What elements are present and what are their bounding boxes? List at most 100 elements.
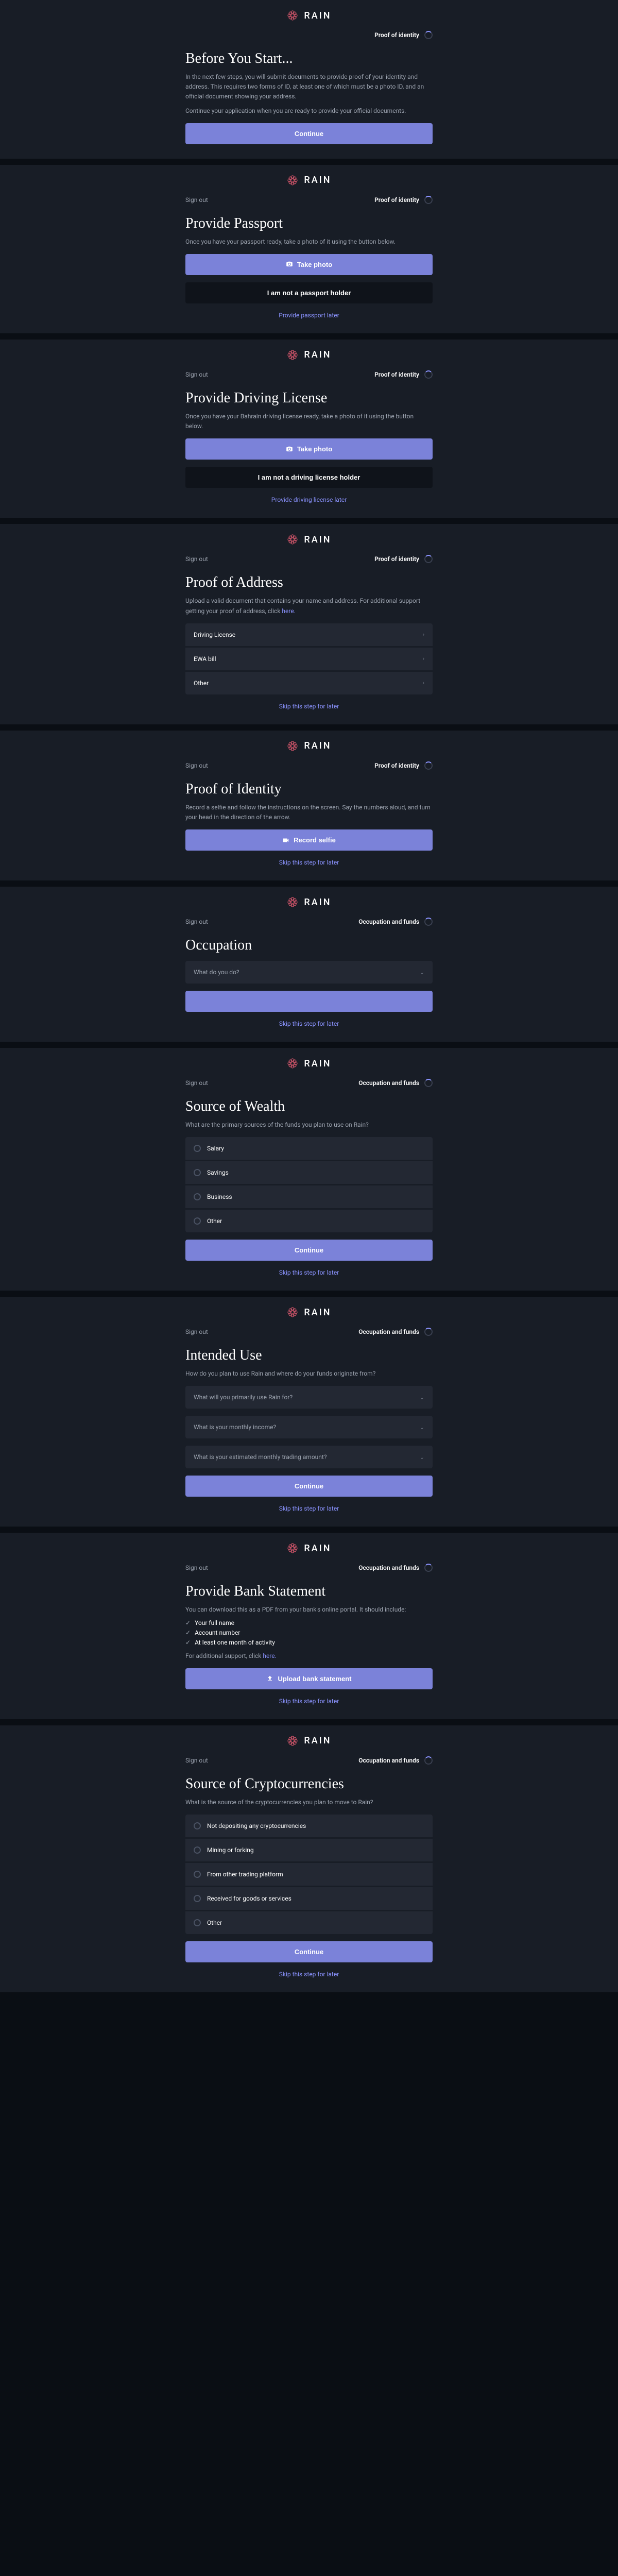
page-title: Provide Bank Statement: [185, 1583, 433, 1600]
skip-link[interactable]: Skip this step for later: [185, 1505, 433, 1512]
not-holder-button[interactable]: I am not a driving license holder: [185, 467, 433, 488]
step-indicator: Proof of identity: [374, 196, 433, 204]
upload-icon: [266, 1675, 273, 1682]
skip-link[interactable]: Skip this step for later: [185, 703, 433, 710]
page-title: Source of Wealth: [185, 1098, 433, 1115]
continue-button[interactable]: Continue: [185, 1240, 433, 1261]
skip-link[interactable]: Skip this step for later: [185, 1971, 433, 1978]
list-item[interactable]: EWA bill›: [185, 648, 433, 670]
list-item[interactable]: Other: [185, 1911, 433, 1934]
chevron-down-icon: ⌄: [420, 969, 424, 976]
step-indicator: Occupation and funds: [358, 1564, 433, 1572]
income-select[interactable]: What is your monthly income?⌄: [185, 1416, 433, 1438]
list-item[interactable]: From other trading platform: [185, 1863, 433, 1886]
spinner-icon: [424, 196, 433, 204]
logo: RAIN: [0, 174, 618, 187]
help-link[interactable]: here.: [263, 1652, 276, 1659]
continue-button[interactable]: Continue: [185, 1476, 433, 1497]
spinner-icon: [424, 31, 433, 39]
occupation-select[interactable]: What do you do?⌄: [185, 961, 433, 984]
radio-icon: [194, 1846, 201, 1854]
brand-text: RAIN: [304, 740, 331, 751]
chevron-right-icon: ›: [423, 655, 424, 662]
logo-icon: [286, 896, 299, 908]
logo-icon: [286, 174, 299, 187]
spinner-icon: [424, 761, 433, 770]
list-item[interactable]: Savings: [185, 1161, 433, 1184]
step-indicator: Occupation and funds: [358, 1079, 433, 1087]
skip-link[interactable]: Provide driving license later: [185, 496, 433, 503]
upload-button[interactable]: Upload bank statement: [185, 1668, 433, 1689]
trading-amount-select[interactable]: What is your estimated monthly trading a…: [185, 1446, 433, 1468]
signout-link[interactable]: Sign out: [185, 1328, 208, 1335]
description: You can download this as a PDF from your…: [185, 1605, 433, 1615]
list-item[interactable]: Mining or forking: [185, 1839, 433, 1861]
description: How do you plan to use Rain and where do…: [185, 1369, 433, 1379]
skip-link[interactable]: Skip this step for later: [185, 1698, 433, 1705]
continue-button[interactable]: Continue: [185, 123, 433, 144]
signout-link[interactable]: Sign out: [185, 762, 208, 769]
page-title: Proof of Identity: [185, 781, 433, 798]
description: Continue your application when you are r…: [185, 106, 433, 116]
list-item[interactable]: Other›: [185, 672, 433, 694]
continue-button[interactable]: [185, 991, 433, 1012]
requirement-item: ✓At least one month of activity: [185, 1639, 433, 1646]
chevron-down-icon: ⌄: [420, 1424, 424, 1431]
signout-link[interactable]: Sign out: [185, 918, 208, 925]
brand-text: RAIN: [304, 1735, 331, 1746]
step-indicator: Occupation and funds: [358, 1328, 433, 1336]
page-title: Source of Cryptocurrencies: [185, 1776, 433, 1792]
signout-link[interactable]: Sign out: [185, 1757, 208, 1764]
logo: RAIN: [0, 1306, 618, 1318]
signout-link[interactable]: Sign out: [185, 1079, 208, 1087]
logo: RAIN: [0, 533, 618, 546]
spinner-icon: [424, 1564, 433, 1572]
step-indicator: Proof of identity: [374, 31, 433, 39]
page-title: Occupation: [185, 937, 433, 954]
radio-icon: [194, 1895, 201, 1902]
spinner-icon: [424, 370, 433, 379]
chevron-right-icon: ›: [423, 680, 424, 686]
logo: RAIN: [0, 9, 618, 22]
help-link[interactable]: here.: [282, 607, 295, 615]
skip-link[interactable]: Skip this step for later: [185, 859, 433, 866]
description: What is the source of the cryptocurrenci…: [185, 1798, 433, 1807]
video-icon: [282, 837, 289, 844]
take-photo-button[interactable]: Take photo: [185, 438, 433, 460]
take-photo-button[interactable]: Take photo: [185, 254, 433, 275]
list-item[interactable]: Driving License›: [185, 623, 433, 646]
requirement-item: ✓Account number: [185, 1629, 433, 1636]
list-item[interactable]: Not depositing any cryptocurrencies: [185, 1815, 433, 1837]
signout-link[interactable]: Sign out: [185, 371, 208, 378]
list-item[interactable]: Other: [185, 1210, 433, 1232]
list-item[interactable]: Salary: [185, 1137, 433, 1160]
step-indicator: Proof of identity: [374, 761, 433, 770]
list-item[interactable]: Business: [185, 1185, 433, 1208]
spinner-icon: [424, 1756, 433, 1765]
check-icon: ✓: [185, 1619, 191, 1626]
brand-text: RAIN: [304, 175, 331, 185]
record-selfie-button[interactable]: Record selfie: [185, 829, 433, 851]
radio-icon: [194, 1169, 201, 1176]
radio-icon: [194, 1193, 201, 1200]
primary-use-select[interactable]: What will you primarily use Rain for?⌄: [185, 1386, 433, 1409]
page-title: Proof of Address: [185, 574, 433, 591]
signout-link[interactable]: Sign out: [185, 196, 208, 204]
description: Upload a valid document that contains yo…: [185, 596, 433, 616]
logo-icon: [286, 533, 299, 546]
signout-link[interactable]: Sign out: [185, 555, 208, 563]
logo-icon: [286, 1057, 299, 1070]
spinner-icon: [424, 1079, 433, 1087]
continue-button[interactable]: Continue: [185, 1941, 433, 1962]
description: Record a selfie and follow the instructi…: [185, 803, 433, 822]
skip-link[interactable]: Skip this step for later: [185, 1020, 433, 1027]
skip-link[interactable]: Provide passport later: [185, 312, 433, 319]
not-holder-button[interactable]: I am not a passport holder: [185, 282, 433, 303]
skip-link[interactable]: Skip this step for later: [185, 1269, 433, 1276]
camera-icon: [286, 446, 293, 453]
description: For additional support, click here.: [185, 1651, 433, 1661]
radio-icon: [194, 1217, 201, 1225]
list-item[interactable]: Received for goods or services: [185, 1887, 433, 1910]
brand-text: RAIN: [304, 1543, 331, 1554]
signout-link[interactable]: Sign out: [185, 1564, 208, 1571]
